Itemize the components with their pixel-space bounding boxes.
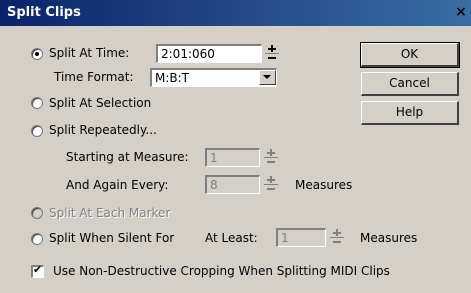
split-at-time-radio[interactable] [31, 48, 43, 60]
split-at-time-label: Split At Time: [49, 46, 130, 60]
help-button[interactable]: Help [361, 101, 459, 125]
split-time-spinner[interactable] [265, 44, 279, 63]
split-when-silent-label: Split When Silent For [49, 231, 175, 245]
chevron-down-icon[interactable] [259, 70, 276, 85]
silence-unit-label: Measures [360, 231, 418, 245]
starting-measure-input[interactable]: 1 [205, 148, 260, 167]
close-icon[interactable]: × [453, 4, 469, 20]
dialog-body: Split At Time: 2:01:060 Time Format: M:B… [0, 26, 471, 293]
repeat-interval-spinner[interactable] [264, 175, 278, 194]
starting-measure-spinner[interactable] [264, 148, 278, 167]
split-when-silent-radio[interactable] [31, 233, 43, 245]
at-least-label: At Least: [205, 231, 258, 245]
non-destructive-cropping-checkbox[interactable]: ✔ [31, 263, 44, 278]
checkmark-icon: ✔ [33, 263, 43, 276]
split-at-each-marker-label: Split At Each Marker [49, 206, 171, 220]
time-format-dropdown[interactable]: M:B:T [150, 68, 277, 87]
title-bar: Split Clips × [0, 0, 471, 26]
split-at-selection-radio[interactable] [31, 97, 43, 109]
ok-button[interactable]: OK [360, 42, 460, 68]
cancel-button[interactable]: Cancel [361, 72, 459, 96]
split-at-selection-label: Split At Selection [49, 96, 152, 110]
starting-at-measure-label: Starting at Measure: [66, 150, 189, 164]
time-format-label: Time Format: [54, 70, 134, 84]
non-destructive-cropping-label: Use Non-Destructive Cropping When Splitt… [53, 264, 390, 278]
and-again-every-label: And Again Every: [66, 178, 169, 192]
silence-duration-spinner[interactable] [330, 228, 344, 247]
split-at-each-marker-radio[interactable] [31, 207, 43, 219]
split-time-input[interactable]: 2:01:060 [156, 44, 262, 63]
silence-duration-input[interactable]: 1 [276, 228, 326, 247]
split-repeatedly-label: Split Repeatedly... [49, 123, 157, 137]
repeat-interval-input[interactable]: 8 [205, 175, 260, 194]
repeat-unit-label: Measures [295, 178, 353, 192]
window-title: Split Clips [7, 5, 81, 20]
split-repeatedly-radio[interactable] [31, 125, 43, 137]
time-format-value: M:B:T [155, 71, 190, 85]
